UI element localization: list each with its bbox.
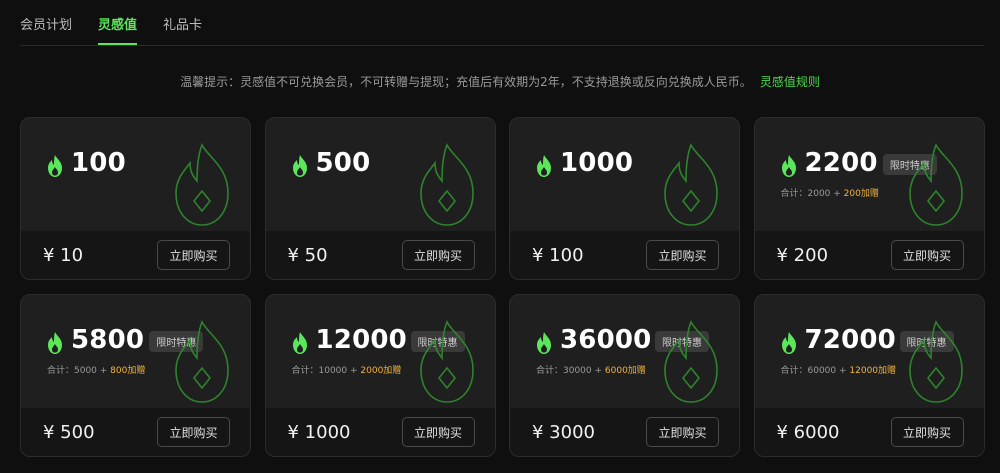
- flame-watermark-icon: [896, 141, 976, 227]
- points-amount: 500: [315, 148, 371, 178]
- notice-bar: 温馨提示：灵感值不可兑换会员，不可转赠与提现；充值后有效期为2年，不支持退换或反…: [0, 73, 1000, 90]
- points-amount: 2200: [804, 148, 878, 178]
- price: ¥ 3000: [532, 421, 595, 443]
- bonus-detail: 合计：2000 + 200加赠: [781, 186, 879, 199]
- flame-icon: [534, 154, 554, 178]
- tab-inspiration-points[interactable]: 灵感值: [98, 14, 138, 45]
- price: ¥ 1000: [287, 421, 351, 443]
- price: ¥ 100: [532, 244, 584, 266]
- points-amount: 36000: [560, 325, 652, 355]
- flame-watermark-icon: [407, 318, 487, 404]
- bonus-detail: 合计：30000 + 6000加赠: [536, 363, 646, 376]
- card-footer: ¥ 6000 立即购买: [754, 408, 984, 456]
- buy-button[interactable]: 立即购买: [401, 240, 475, 270]
- points-amount: 100: [71, 148, 126, 178]
- bonus-text: 2000加赠: [360, 366, 402, 376]
- flame-watermark-icon: [162, 141, 242, 227]
- card-header: 2200 限时特惠 合计：2000 + 200加赠: [755, 118, 984, 233]
- flame-watermark-icon: [651, 318, 731, 404]
- tab-bar: 会员计划 灵感值 礼品卡: [20, 0, 984, 46]
- package-card[interactable]: 2200 限时特惠 合计：2000 + 200加赠 ¥ 200 立即购买: [753, 117, 985, 280]
- package-card[interactable]: 12000 限时特惠 合计：10000 + 2000加赠 ¥ 1000 立即购买: [264, 294, 496, 457]
- card-header: 12000 限时特惠 合计：10000 + 2000加赠: [266, 295, 495, 410]
- detail-text: 合计：10000 +: [291, 366, 361, 376]
- buy-button[interactable]: 立即购买: [646, 417, 719, 447]
- card-footer: ¥ 10 立即购买: [21, 231, 250, 279]
- card-footer: ¥ 50 立即购买: [265, 231, 495, 279]
- bonus-text: 6000加赠: [604, 366, 646, 376]
- buy-button[interactable]: 立即购买: [646, 240, 719, 270]
- card-header: 1000: [510, 118, 739, 233]
- detail-text: 合计：2000 +: [780, 189, 844, 199]
- card-footer: ¥ 100 立即购买: [510, 231, 739, 279]
- points-amount: 12000: [315, 325, 407, 355]
- bonus-detail: 合计：10000 + 2000加赠: [292, 363, 402, 376]
- price: ¥ 6000: [776, 421, 840, 443]
- buy-button[interactable]: 立即购买: [401, 417, 475, 447]
- package-card[interactable]: 5800 限时特惠 合计：5000 + 800加赠 ¥ 500 立即购买: [20, 294, 251, 457]
- detail-text: 合计：5000 +: [47, 366, 111, 376]
- bonus-text: 800加赠: [110, 366, 146, 376]
- bonus-detail: 合计：5000 + 800加赠: [47, 363, 145, 376]
- flame-icon: [534, 331, 554, 355]
- package-card[interactable]: 1000 ¥ 100 立即购买: [509, 117, 740, 280]
- points-amount: 1000: [560, 148, 634, 178]
- card-header: 500: [266, 118, 495, 233]
- card-header: 72000 限时特惠 合计：60000 + 12000加赠: [755, 295, 984, 410]
- flame-icon: [779, 154, 799, 178]
- flame-icon: [45, 154, 65, 178]
- flame-icon: [45, 331, 65, 355]
- price: ¥ 200: [776, 244, 829, 266]
- flame-watermark-icon: [407, 141, 487, 227]
- bonus-detail: 合计：60000 + 12000加赠: [781, 363, 897, 376]
- flame-watermark-icon: [651, 141, 731, 227]
- buy-button[interactable]: 立即购买: [157, 240, 230, 270]
- rules-link[interactable]: 灵感值规则: [760, 75, 820, 89]
- detail-text: 合计：30000 +: [536, 366, 605, 376]
- notice-text: 温馨提示：灵感值不可兑换会员，不可转赠与提现；充值后有效期为2年，不支持退换或反…: [180, 75, 752, 89]
- package-card[interactable]: 500 ¥ 50 立即购买: [264, 117, 496, 280]
- price: ¥ 500: [43, 421, 95, 443]
- flame-icon: [290, 331, 310, 355]
- card-footer: ¥ 500 立即购买: [21, 408, 250, 456]
- package-card[interactable]: 72000 限时特惠 合计：60000 + 12000加赠 ¥ 6000 立即购…: [753, 294, 985, 457]
- flame-icon: [779, 331, 799, 355]
- tab-gift-card[interactable]: 礼品卡: [163, 14, 202, 45]
- points-amount: 72000: [804, 325, 896, 355]
- card-header: 100: [21, 118, 250, 233]
- card-footer: ¥ 3000 立即购买: [510, 408, 739, 456]
- buy-button[interactable]: 立即购买: [890, 417, 964, 447]
- flame-watermark-icon: [162, 318, 242, 404]
- detail-text: 合计：60000 +: [780, 366, 850, 376]
- card-footer: ¥ 1000 立即购买: [265, 408, 495, 456]
- flame-icon: [290, 154, 310, 178]
- price: ¥ 10: [43, 244, 84, 266]
- price: ¥ 50: [287, 244, 328, 266]
- card-header: 5800 限时特惠 合计：5000 + 800加赠: [21, 295, 250, 410]
- package-grid: 100 ¥ 10 立即购买 500 ¥ 50 立即购买 1000 ¥ 100 立…: [20, 117, 985, 457]
- card-footer: ¥ 200 立即购买: [754, 231, 984, 279]
- package-card[interactable]: 100 ¥ 10 立即购买: [20, 117, 251, 280]
- points-amount: 5800: [71, 325, 145, 355]
- flame-watermark-icon: [896, 318, 976, 404]
- tab-membership-plan[interactable]: 会员计划: [20, 14, 72, 45]
- buy-button[interactable]: 立即购买: [157, 417, 230, 447]
- card-header: 36000 限时特惠 合计：30000 + 6000加赠: [510, 295, 739, 410]
- buy-button[interactable]: 立即购买: [890, 240, 964, 270]
- bonus-text: 12000加赠: [849, 366, 897, 376]
- bonus-text: 200加赠: [843, 189, 879, 199]
- package-card[interactable]: 36000 限时特惠 合计：30000 + 6000加赠 ¥ 3000 立即购买: [509, 294, 740, 457]
